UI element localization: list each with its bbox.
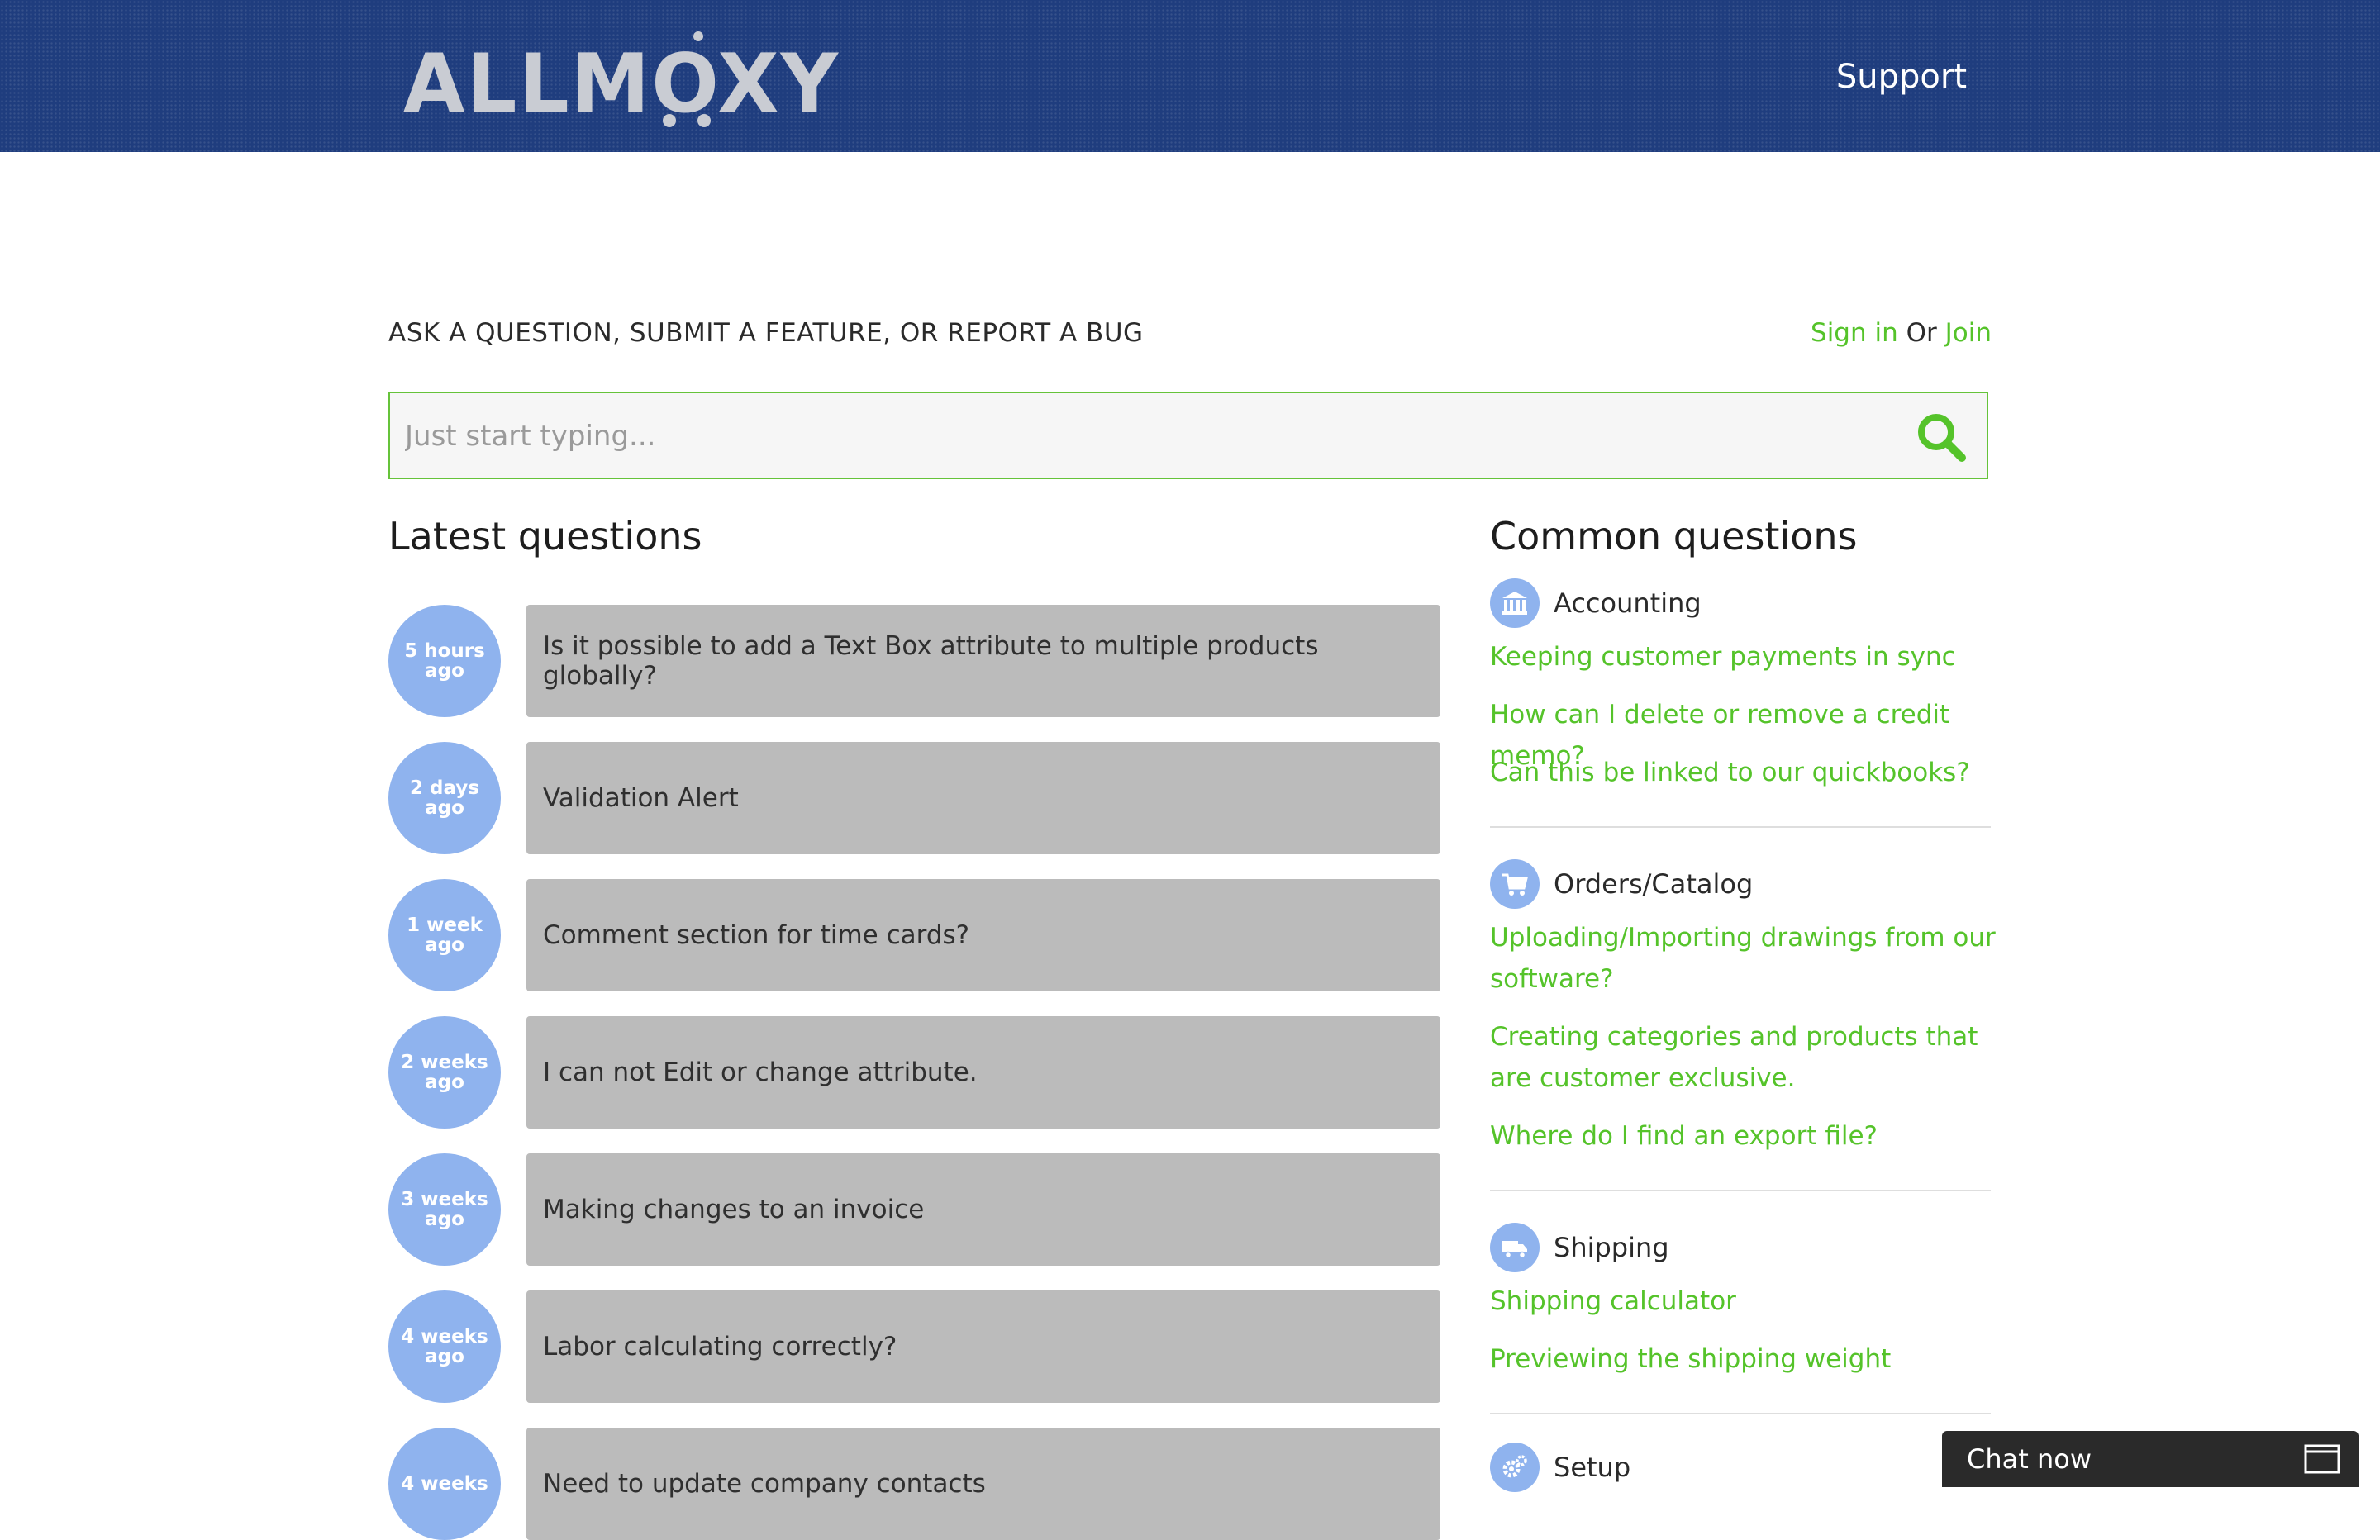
cart-icon bbox=[1490, 859, 1540, 909]
chat-now-widget[interactable]: Chat now bbox=[1942, 1431, 2359, 1487]
time-badge: 1 week ago bbox=[388, 879, 501, 991]
divider bbox=[1490, 1190, 1991, 1191]
bank-icon bbox=[1490, 578, 1540, 628]
latest-questions-title: Latest questions bbox=[388, 514, 702, 558]
chat-now-label: Chat now bbox=[1967, 1443, 2092, 1475]
search-bar bbox=[388, 392, 1988, 479]
site-header: ALLMOXY Support bbox=[0, 0, 2380, 152]
list-item: 1 week ago Comment section for time card… bbox=[388, 879, 1440, 991]
list-item: 4 weeks ago Labor calculating correctly? bbox=[388, 1290, 1440, 1403]
list-item: 2 weeks ago I can not Edit or change att… bbox=[388, 1016, 1440, 1129]
common-questions-title: Common questions bbox=[1490, 514, 1858, 558]
auth-or-text: Or bbox=[1906, 318, 1937, 348]
search-input[interactable] bbox=[403, 393, 1894, 479]
sign-in-link[interactable]: Sign in bbox=[1811, 318, 1898, 348]
truck-icon bbox=[1490, 1223, 1540, 1272]
join-link[interactable]: Join bbox=[1945, 318, 1992, 348]
time-badge: 3 weeks ago bbox=[388, 1153, 501, 1266]
question-link[interactable]: Is it possible to add a Text Box attribu… bbox=[526, 605, 1440, 717]
category-label: Setup bbox=[1554, 1452, 1631, 1483]
time-badge: 2 weeks ago bbox=[388, 1016, 501, 1129]
window-icon[interactable] bbox=[2304, 1444, 2340, 1474]
question-link[interactable]: I can not Edit or change attribute. bbox=[526, 1016, 1440, 1129]
category-label: Orders/Catalog bbox=[1554, 868, 1754, 900]
list-item: 4 weeks Need to update company contacts bbox=[388, 1428, 1440, 1540]
time-badge: 4 weeks bbox=[388, 1428, 501, 1540]
common-question-link[interactable]: Previewing the shipping weight bbox=[1490, 1338, 2002, 1380]
category-shipping: Shipping bbox=[1490, 1223, 1669, 1272]
category-orders-catalog: Orders/Catalog bbox=[1490, 859, 1753, 909]
question-link[interactable]: Making changes to an invoice bbox=[526, 1153, 1440, 1266]
divider bbox=[1490, 826, 1991, 828]
category-label: Accounting bbox=[1554, 587, 1702, 619]
divider bbox=[1490, 1413, 1991, 1414]
allmoxy-logo[interactable]: ALLMOXY bbox=[403, 31, 841, 131]
common-question-link[interactable]: Creating categories and products that ar… bbox=[1490, 1016, 2002, 1099]
common-question-link[interactable]: Can this be linked to our quickbooks? bbox=[1490, 752, 2002, 793]
question-link[interactable]: Labor calculating correctly? bbox=[526, 1290, 1440, 1403]
question-link[interactable]: Comment section for time cards? bbox=[526, 879, 1440, 991]
common-question-link[interactable]: Where do I find an export file? bbox=[1490, 1115, 2002, 1157]
list-item: 5 hours ago Is it possible to add a Text… bbox=[388, 605, 1440, 717]
common-question-link[interactable]: Uploading/Importing drawings from our so… bbox=[1490, 917, 2002, 1000]
svg-text:ALLMOXY: ALLMOXY bbox=[403, 37, 840, 131]
list-item: 2 days ago Validation Alert bbox=[388, 742, 1440, 854]
question-link[interactable]: Validation Alert bbox=[526, 742, 1440, 854]
category-label: Shipping bbox=[1554, 1232, 1669, 1263]
common-question-link[interactable]: Shipping calculator bbox=[1490, 1281, 2002, 1322]
support-link[interactable]: Support bbox=[1818, 48, 1967, 106]
auth-links: Sign in Or Join bbox=[1811, 318, 1992, 348]
common-question-link[interactable]: Keeping customer payments in sync bbox=[1490, 636, 2002, 677]
page-intro-heading: ASK A QUESTION, SUBMIT A FEATURE, OR REP… bbox=[388, 318, 1144, 348]
time-badge: 2 days ago bbox=[388, 742, 501, 854]
list-item: 3 weeks ago Making changes to an invoice bbox=[388, 1153, 1440, 1266]
time-badge: 4 weeks ago bbox=[388, 1290, 501, 1403]
question-link[interactable]: Need to update company contacts bbox=[526, 1428, 1440, 1540]
gears-icon bbox=[1490, 1443, 1540, 1492]
time-badge: 5 hours ago bbox=[388, 605, 501, 717]
search-icon[interactable] bbox=[1916, 411, 1967, 463]
category-setup: Setup bbox=[1490, 1443, 1630, 1492]
category-accounting: Accounting bbox=[1490, 578, 1702, 628]
